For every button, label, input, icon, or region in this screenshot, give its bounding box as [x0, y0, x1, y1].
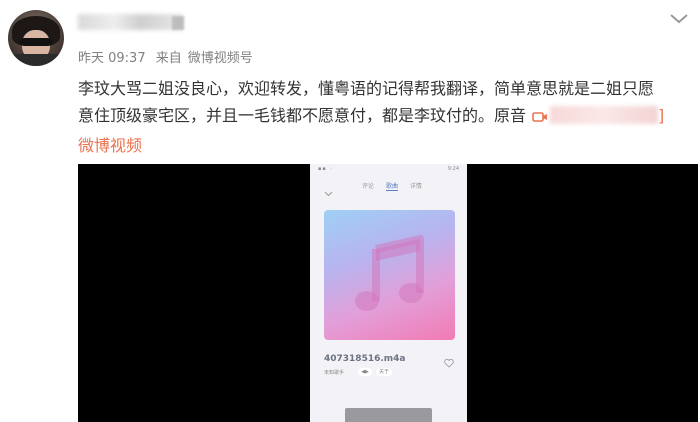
- phone-bottom-button: [345, 408, 432, 422]
- avatar-sunglasses: [20, 38, 52, 46]
- post-source-prefix: 来自: [155, 51, 182, 66]
- more-chevron-icon[interactable]: [668, 10, 690, 26]
- phone-tab-song: 歌曲: [385, 183, 398, 191]
- avatar[interactable]: [8, 10, 64, 66]
- post-text: 李玟大骂二姐没良心，欢迎转发，懂粤语的记得帮我翻译，简单意思就是二姐只愿 意住顶…: [78, 75, 700, 159]
- phone-tab-details: 详情: [409, 183, 422, 190]
- weibo-video-link[interactable]: 微博视频: [78, 132, 700, 159]
- audio-file-name: 407318516.m4a: [324, 354, 406, 364]
- chevron-down-icon: [324, 182, 333, 201]
- phone-screen: ▪▪ ◦ 9:24 评论 歌曲 详情 407318516.m4a 未知歌手 ◀▶…: [310, 164, 467, 422]
- phone-pill-a: ◀▶: [358, 368, 372, 376]
- artist-name: 未知歌手: [324, 370, 345, 376]
- post-source-link[interactable]: 微博视频号: [188, 51, 253, 66]
- username-blurred-tail: [172, 16, 184, 30]
- phone-status-bar: ▪▪ ◦ 9:24: [310, 164, 467, 174]
- phone-tab-comments: 评论: [362, 183, 375, 190]
- post-text-line-2-body: 意住顶级豪宅区，并且一毛钱都不愿意付，都是李玟付的。原音: [78, 106, 527, 125]
- post-text-line-2: 意住顶级豪宅区，并且一毛钱都不愿意付，都是李玟付的。原音]: [78, 102, 700, 132]
- status-time: 9:24: [447, 166, 459, 172]
- phone-pill-b: 关于: [376, 368, 392, 376]
- album-art: [324, 210, 455, 340]
- video-player[interactable]: ▪▪ ◦ 9:24 评论 歌曲 详情 407318516.m4a 未知歌手 ◀▶…: [78, 164, 698, 422]
- heart-icon: [444, 353, 454, 372]
- link-bracket: ]: [658, 106, 665, 125]
- music-note-icon: [355, 235, 424, 311]
- phone-tabs: 评论 歌曲 详情: [362, 181, 432, 191]
- status-left-icons: ▪▪ ◦: [318, 166, 334, 172]
- post-meta: 昨天 09:37 来自 微博视频号: [78, 47, 259, 66]
- original-audio-link-blurred[interactable]: [550, 106, 659, 124]
- post-timestamp[interactable]: 昨天 09:37: [78, 51, 146, 66]
- avatar-coat: [8, 54, 64, 66]
- username-blurred[interactable]: [78, 14, 182, 30]
- video-camera-icon[interactable]: [532, 105, 548, 132]
- post-text-line-1: 李玟大骂二姐没良心，欢迎转发，懂粤语的记得帮我翻译，简单意思就是二姐只愿: [78, 79, 655, 98]
